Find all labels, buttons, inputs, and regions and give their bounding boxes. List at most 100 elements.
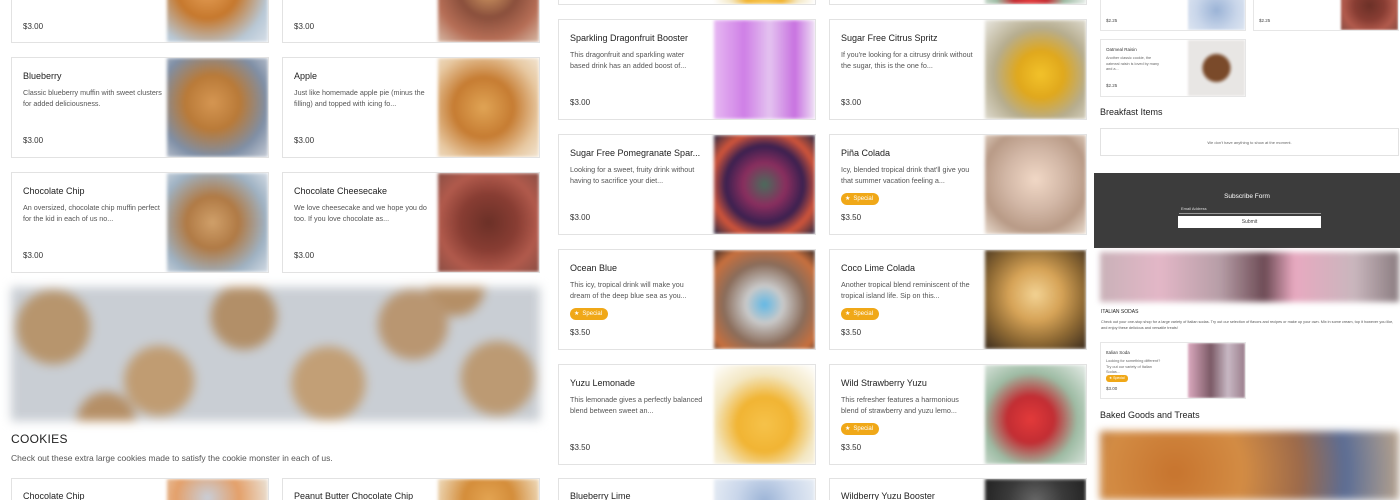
item-image [985, 479, 1086, 500]
italian-sodas-banner [1100, 252, 1399, 302]
item-price: $3.00 [841, 98, 862, 107]
menu-item-card[interactable]: $3.00 [11, 0, 269, 43]
email-field[interactable] [1179, 213, 1321, 214]
mini-item-card[interactable]: Italian Soda Looking for something diffe… [1100, 342, 1246, 399]
item-description: This dragonfruit and sparkling water bas… [570, 50, 687, 70]
badge-label: Special [582, 311, 603, 317]
item-name: Blueberry [23, 71, 62, 81]
menu-item-card[interactable]: Chocolate Cheesecake We love cheesecake … [282, 172, 540, 273]
item-description: Just like homemade apple pie (minus the … [294, 88, 425, 108]
item-image [438, 58, 539, 157]
item-image [714, 365, 815, 464]
item-image [985, 20, 1086, 119]
menu-item-card[interactable]: Wild Strawberry Yuzu This refresher feat… [829, 364, 1087, 465]
special-badge: ★ Special [841, 423, 880, 435]
item-description: Icy, blended tropical drink that'll give… [841, 165, 970, 185]
menu-item-card[interactable] [829, 0, 1087, 5]
item-image [1188, 40, 1245, 96]
special-badge: ★ Special [1106, 375, 1128, 382]
badge-label: Special [853, 196, 874, 202]
item-image [167, 58, 268, 157]
star-icon: ★ [845, 311, 851, 317]
item-price: $3.50 [841, 213, 862, 222]
item-name: Chocolate Chip [23, 186, 85, 196]
item-price: $2.25 [1106, 18, 1118, 23]
item-description: Looking for something different? Try out… [1106, 359, 1161, 374]
item-name: Wild Strawberry Yuzu [841, 378, 927, 388]
item-image [985, 135, 1086, 234]
item-price: $3.00 [294, 251, 315, 260]
item-name: Coco Lime Colada [841, 263, 916, 273]
item-image [438, 0, 539, 42]
menu-item-card[interactable]: Coco Lime Colada Another tropical blend … [829, 249, 1087, 350]
menu-item-card[interactable]: Blueberry Lime [558, 478, 816, 500]
item-description: Looking for a sweet, fruity drink withou… [570, 165, 695, 185]
item-name: Blueberry Lime [570, 491, 631, 500]
item-price: $2.25 [1106, 83, 1118, 88]
menu-item-card[interactable]: Piña Colada Icy, blended tropical drink … [829, 134, 1087, 235]
menu-item-card[interactable]: Wildberry Yuzu Booster [829, 478, 1087, 500]
baked-goods-heading: Baked Goods and Treats [1100, 410, 1200, 420]
badge-label: Special [853, 426, 874, 432]
item-price: $3.50 [841, 443, 862, 452]
email-label: Email Address [1181, 206, 1207, 211]
item-name: Sugar Free Pomegranate Spar... [570, 148, 701, 158]
item-image [167, 479, 268, 500]
menu-item-card[interactable]: Sugar Free Pomegranate Spar... Looking f… [558, 134, 816, 235]
item-name: Oatmeal Raisin [1106, 47, 1137, 52]
item-image [985, 250, 1086, 349]
item-description: An oversized, chocolate chip muffin perf… [23, 203, 160, 223]
item-image [167, 173, 268, 272]
item-image [438, 479, 539, 500]
item-image [985, 0, 1086, 4]
subscribe-title: Subscribe Form [1224, 193, 1270, 200]
item-name: Piña Colada [841, 148, 891, 158]
item-name: Wildberry Yuzu Booster [841, 491, 935, 500]
mini-item-card[interactable]: $2.25 [1253, 0, 1399, 31]
mini-item-card[interactable]: Oatmeal Raisin Another classic cookie, t… [1100, 39, 1246, 97]
item-price: $3.50 [841, 328, 862, 337]
item-name: Chocolate Chip [23, 491, 85, 500]
item-description: This lemonade gives a perfectly balanced… [570, 395, 703, 415]
submit-button[interactable]: Submit [1178, 216, 1321, 228]
cookies-banner-image [11, 287, 540, 421]
menu-item-card[interactable]: Ocean Blue This icy, tropical drink will… [558, 249, 816, 350]
menu-item-card[interactable]: Sparkling Dragonfruit Booster This drago… [558, 19, 816, 120]
special-badge: ★ Special [841, 193, 880, 205]
menu-item-card[interactable]: Chocolate Chip An oversized, chocolate c… [11, 172, 269, 273]
item-image [714, 250, 815, 349]
mini-item-card[interactable]: $2.25 [1100, 0, 1246, 31]
item-price: $2.25 [1259, 18, 1271, 23]
star-icon: ★ [845, 196, 851, 202]
item-image [714, 20, 815, 119]
item-price: $3.50 [570, 328, 591, 337]
item-name: Italian Soda [1106, 350, 1130, 355]
item-image [714, 135, 815, 234]
italian-sodas-title: ITALIAN SODAS [1101, 309, 1139, 315]
item-price: $3.00 [570, 213, 591, 222]
menu-item-card[interactable]: Blueberry Classic blueberry muffin with … [11, 57, 269, 158]
menu-item-card[interactable]: $3.00 [282, 0, 540, 43]
menu-item-card[interactable]: Apple Just like homemade apple pie (minu… [282, 57, 540, 158]
item-description: This icy, tropical drink will make you d… [570, 280, 687, 300]
menu-item-card[interactable]: Chocolate Chip [11, 478, 269, 500]
item-price: $3.00 [23, 136, 44, 145]
menu-item-card[interactable] [558, 0, 816, 5]
menu-item-card[interactable]: Yuzu Lemonade This lemonade gives a perf… [558, 364, 816, 465]
item-image [1188, 0, 1245, 30]
badge-label: Special [853, 311, 874, 317]
item-description: If you're looking for a citrusy drink wi… [841, 50, 973, 70]
item-name: Peanut Butter Chocolate Chip [294, 491, 414, 500]
special-badge: ★ Special [841, 308, 880, 320]
item-name: Yuzu Lemonade [570, 378, 636, 388]
item-price: $3.00 [294, 136, 315, 145]
subscribe-form: Subscribe Form Email Address Submit [1094, 173, 1400, 248]
item-name: Sugar Free Citrus Spritz [841, 33, 938, 43]
star-icon: ★ [845, 426, 851, 432]
item-description: Another classic cookie, the oatmeal rais… [1106, 56, 1159, 71]
menu-item-card[interactable]: Peanut Butter Chocolate Chip [282, 478, 540, 500]
item-image [1188, 343, 1245, 398]
menu-item-card[interactable]: Sugar Free Citrus Spritz If you're looki… [829, 19, 1087, 120]
special-badge: ★ Special [570, 308, 609, 320]
item-name: Ocean Blue [570, 263, 618, 273]
